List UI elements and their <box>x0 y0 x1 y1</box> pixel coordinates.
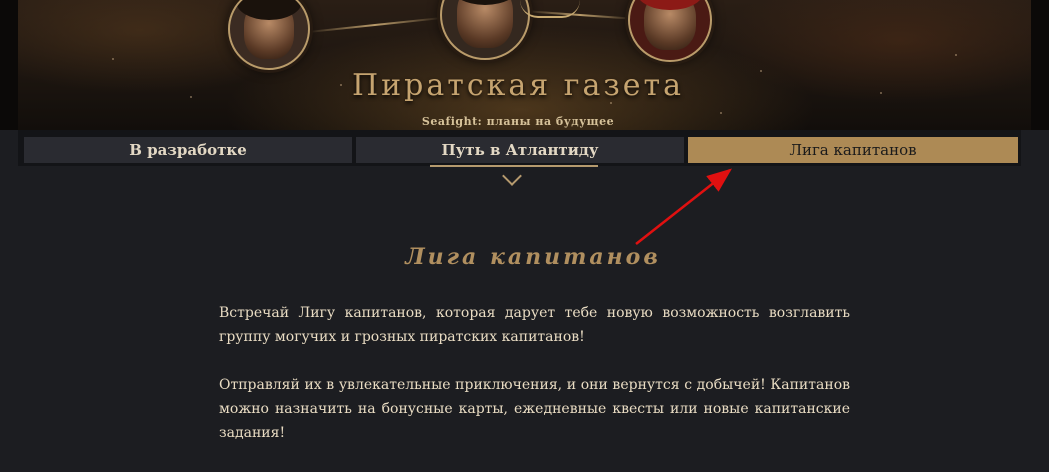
banner-connector <box>305 16 445 34</box>
tab-in-development[interactable]: В разработке <box>24 137 352 163</box>
captain-portrait <box>440 0 530 60</box>
content-paragraph: Встречай Лигу капитанов, которая дарует … <box>219 305 850 345</box>
banner-ornament <box>520 0 580 18</box>
captain-portrait <box>228 0 310 70</box>
banner-speck <box>720 112 722 114</box>
captain-portrait <box>628 0 712 62</box>
banner-edge-right <box>1031 0 1049 130</box>
header-banner <box>0 0 1049 130</box>
page-subtitle: Seafight: планы на будущее <box>421 115 615 128</box>
section-title: Лига капитанов <box>405 244 661 270</box>
tab-bar: В разработке Путь в Атлантиду Лига капит… <box>18 130 1021 166</box>
annotation-arrow-line <box>635 168 732 245</box>
banner-speck <box>955 54 957 56</box>
banner-speck <box>112 58 114 60</box>
banner-edge-left <box>0 0 18 130</box>
chevron-down-icon <box>502 166 522 186</box>
tab-path-to-atlantis[interactable]: Путь в Атлантиду <box>356 137 684 163</box>
page-title: Пиратская газета <box>352 68 684 103</box>
content-paragraph: Отправляй их в увлекательные приключения… <box>219 377 850 441</box>
tab-captains-league[interactable]: Лига капитанов <box>688 137 1018 163</box>
tab-underline <box>430 165 598 167</box>
